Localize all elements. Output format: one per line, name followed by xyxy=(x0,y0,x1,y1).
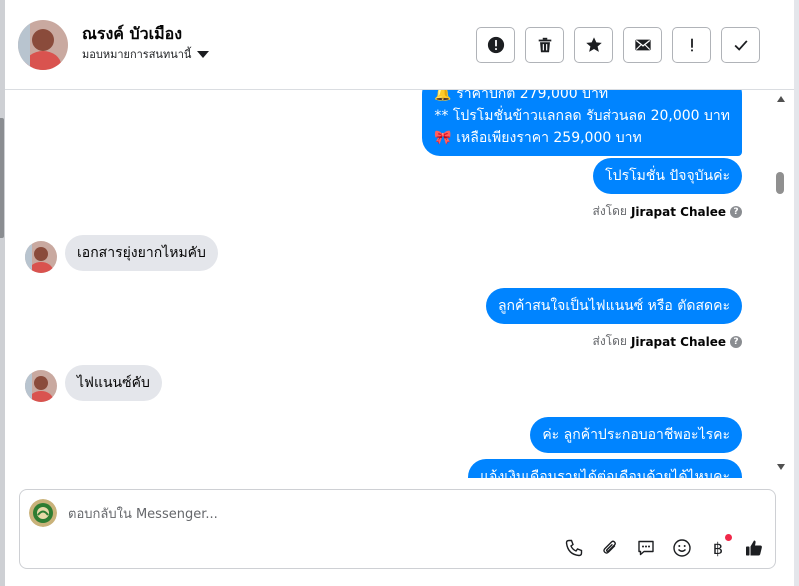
payment-button[interactable]: ฿ xyxy=(707,534,732,559)
alert-circle-icon xyxy=(487,36,504,54)
sent-by-label: ส่งโดย Jirapat Chalee ? xyxy=(592,202,742,221)
phone-icon xyxy=(565,539,583,557)
scroll-up-arrow-icon[interactable] xyxy=(777,96,785,102)
baht-payment-icon: ฿ xyxy=(712,538,724,558)
saved-reply-icon xyxy=(638,540,654,556)
outgoing-message-finance-or-cash: ลูกค้าสนใจเป็นไฟแนนซ์ หรือ ตัดสดคะ xyxy=(485,288,742,324)
page-logo-avatar xyxy=(29,499,57,527)
call-button[interactable] xyxy=(563,537,585,559)
conversation-header: ณรงค์ บัวเมือง มอบหมายการสนทนานี้ xyxy=(5,0,794,90)
emoji-icon xyxy=(673,539,691,557)
star-icon xyxy=(585,37,602,52)
attach-button[interactable] xyxy=(599,537,621,559)
envelope-icon xyxy=(634,39,651,51)
checkmark-icon xyxy=(734,40,748,51)
sent-by-prefix: ส่งโดย xyxy=(592,204,627,218)
promo-line-price: 🔔 ราคาปกติ 279,000 บาท xyxy=(434,90,609,102)
composer-tools: ฿ xyxy=(563,534,765,559)
trash-icon xyxy=(538,37,551,53)
incoming-message-finance: ไฟแนนซ์คับ xyxy=(65,365,162,401)
promo-line-final: 🎀 เหลือเพียงราคา 259,000 บาท xyxy=(434,130,642,146)
send-like-button[interactable] xyxy=(743,537,765,559)
reply-composer: ฿ xyxy=(19,489,776,569)
thumbs-up-icon xyxy=(746,540,762,556)
assign-label: มอบหมายการสนทนานี้ xyxy=(82,48,192,61)
delete-button[interactable] xyxy=(525,27,564,63)
left-scrollbar-thumb[interactable] xyxy=(0,118,4,238)
scroll-down-arrow-icon[interactable] xyxy=(777,464,785,470)
conversation-panel: ณรงค์ บัวเมือง มอบหมายการสนทนานี้ 🔔 ราคา… xyxy=(5,0,794,586)
sent-by-agent: Jirapat Chalee xyxy=(630,334,726,349)
mark-unread-button[interactable] xyxy=(623,27,662,63)
outgoing-message-salary: แจ้งเงินเดือนรายได้ต่อเดือนด้วยได้ไหมคะ xyxy=(468,459,742,478)
reply-input[interactable] xyxy=(68,504,608,524)
emoji-button[interactable] xyxy=(671,537,693,559)
sent-by-prefix: ส่งโดย xyxy=(592,334,627,348)
conversation-actions xyxy=(476,27,760,63)
contact-name[interactable]: ณรงค์ บัวเมือง xyxy=(82,22,182,47)
contact-avatar-small[interactable] xyxy=(25,370,57,402)
contact-avatar-small[interactable] xyxy=(25,241,57,273)
message-thread[interactable]: 🔔 ราคาปกติ 279,000 บาท ** โปรโมชั่นข้าวแ… xyxy=(5,90,794,478)
contact-avatar[interactable] xyxy=(18,20,68,70)
outgoing-message-occupation: ค่ะ ลูกค้าประกอบอาชีพอะไรคะ xyxy=(530,417,742,453)
notification-dot xyxy=(725,534,732,541)
sent-by-label: ส่งโดย Jirapat Chalee ? xyxy=(592,332,742,351)
assign-conversation-dropdown[interactable]: มอบหมายการสนทนานี้ xyxy=(82,45,210,63)
help-icon[interactable]: ? xyxy=(730,335,742,348)
follow-up-button[interactable] xyxy=(672,27,711,63)
exclamation-icon xyxy=(690,38,693,52)
incoming-message-docs: เอกสารยุ่งยากไหมคับ xyxy=(65,235,218,271)
star-button[interactable] xyxy=(574,27,613,63)
outgoing-message-current-promo: โปรโมชั่น ปัจจุบันค่ะ xyxy=(593,158,742,194)
outgoing-message-promo: 🔔 ราคาปกติ 279,000 บาท ** โปรโมชั่นข้าวแ… xyxy=(422,90,742,156)
promo-line-discount: ** โปรโมชั่นข้าวแลกลด รับส่วนลด 20,000 บ… xyxy=(434,108,730,124)
sent-by-agent: Jirapat Chalee xyxy=(630,204,726,219)
caret-down-icon xyxy=(197,51,210,58)
spam-button[interactable] xyxy=(476,27,515,63)
saved-replies-button[interactable] xyxy=(635,537,657,559)
paperclip-icon xyxy=(603,540,616,554)
help-icon[interactable]: ? xyxy=(730,205,742,218)
mark-done-button[interactable] xyxy=(721,27,760,63)
thread-scrollbar-thumb[interactable] xyxy=(776,172,784,194)
